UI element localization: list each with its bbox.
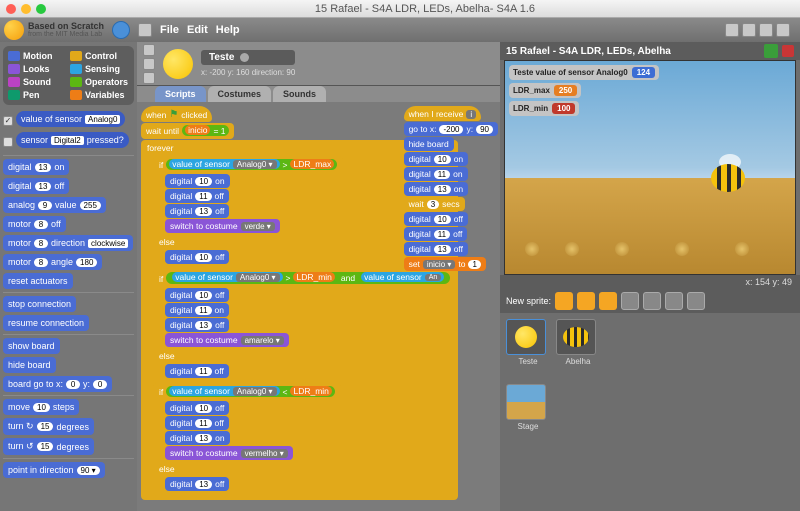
new-sprite-label: New sprite: (506, 296, 551, 306)
stage-mouse-coords: x: 154 y: 49 (500, 275, 800, 289)
stage-header: 15 Rafael - S4A LDR, LEDs, Abelha (500, 42, 800, 60)
category-control[interactable]: Control (70, 51, 129, 61)
window-titlebar: 15 Rafael - S4A LDR, LEDs, Abelha- S4A 1… (0, 0, 800, 18)
rotation-lr-icon[interactable] (143, 58, 155, 70)
block-sensor-pressed[interactable]: sensorDigital2pressed? (16, 132, 129, 148)
project-title: 15 Rafael - S4A LDR, LEDs, Abelha (506, 46, 671, 57)
reporter-checkbox-2[interactable] (3, 137, 13, 147)
delete-tool-icon[interactable] (742, 23, 756, 37)
sprite-list: Teste Abelha Stage (500, 313, 800, 511)
rotation-none-icon[interactable] (143, 72, 155, 84)
category-variables[interactable]: Variables (70, 90, 129, 100)
block-resume-connection[interactable]: resume connection (3, 315, 89, 331)
view-medium-icon[interactable] (643, 292, 661, 310)
close-window-button[interactable] (6, 4, 16, 14)
stage-thumb[interactable]: Stage (506, 384, 550, 431)
shrink-tool-icon[interactable] (776, 23, 790, 37)
block-stop-connection[interactable]: stop connection (3, 296, 76, 312)
toolbar-tools (725, 23, 790, 37)
block-digital-off[interactable]: digital13off (3, 178, 69, 194)
lock-icon[interactable] (240, 53, 249, 62)
sprite-thumb-teste[interactable]: Teste (506, 319, 550, 366)
view-large-icon[interactable] (665, 292, 683, 310)
tab-scripts[interactable]: Scripts (155, 86, 206, 102)
block-motor-angle[interactable]: motor8angle180 (3, 254, 102, 270)
block-hide-board[interactable]: hide board (3, 357, 56, 373)
green-flag-button[interactable] (764, 44, 778, 58)
file-menu[interactable]: File (160, 24, 179, 36)
stage-canvas[interactable]: Teste value of sensor Analog0124 LDR_max… (504, 60, 796, 275)
current-sprite-icon (163, 49, 193, 79)
minimize-window-button[interactable] (21, 4, 31, 14)
help-menu[interactable]: Help (216, 24, 240, 36)
block-digital-on[interactable]: digital13on (3, 159, 69, 175)
category-sound[interactable]: Sound (8, 77, 67, 87)
menubar: Based on Scratch from the MIT Media Lab … (0, 18, 800, 42)
save-icon[interactable] (138, 23, 152, 37)
block-turn-right[interactable]: turn ↻15degrees (3, 418, 94, 435)
surprise-sprite-icon[interactable] (599, 292, 617, 310)
block-analog-value[interactable]: analog9value255 (3, 197, 106, 213)
edit-menu[interactable]: Edit (187, 24, 208, 36)
brand-line2: from the MIT Media Lab (28, 31, 104, 38)
traffic-lights (6, 4, 46, 14)
reporter-checkbox[interactable]: ✓ (3, 116, 13, 126)
monitor-analog0[interactable]: Teste value of sensor Analog0124 (509, 65, 659, 80)
view-small-icon[interactable] (621, 292, 639, 310)
paint-sprite-icon[interactable] (555, 292, 573, 310)
category-selector: Motion Control Looks Sensing Sound Opera… (3, 46, 134, 105)
palette-block-list: ✓ value of sensorAnalog0 sensorDigital2p… (3, 111, 134, 507)
category-sensing[interactable]: Sensing (70, 64, 129, 74)
stop-button[interactable] (782, 45, 794, 57)
block-turn-left[interactable]: turn ↺15degrees (3, 438, 94, 455)
script-tabs: Scripts Costumes Sounds (137, 86, 500, 102)
block-move-steps[interactable]: move10steps (3, 399, 79, 415)
presentation-icon[interactable] (687, 292, 705, 310)
zoom-window-button[interactable] (36, 4, 46, 14)
category-motion[interactable]: Motion (8, 51, 67, 61)
monitor-ldr-min[interactable]: LDR_min100 (509, 101, 579, 116)
brand: Based on Scratch from the MIT Media Lab (4, 20, 104, 40)
block-reset-actuators[interactable]: reset actuators (3, 273, 73, 289)
category-looks[interactable]: Looks (8, 64, 67, 74)
script-area[interactable]: when⚑clicked wait untilinicio= 1 forever… (137, 102, 500, 511)
grow-tool-icon[interactable] (759, 23, 773, 37)
monitor-ldr-max[interactable]: LDR_max250 (509, 83, 581, 98)
block-palette: Motion Control Looks Sensing Sound Opera… (0, 42, 137, 511)
duplicate-tool-icon[interactable] (725, 23, 739, 37)
app-logo-icon (4, 20, 24, 40)
block-motor-off[interactable]: motor8off (3, 216, 66, 232)
sprite-abelha[interactable] (705, 156, 755, 194)
block-show-board[interactable]: show board (3, 338, 60, 354)
language-icon[interactable] (112, 21, 130, 39)
window-title: 15 Rafael - S4A LDR, LEDs, Abelha- S4A 1… (56, 3, 794, 15)
brand-line1: Based on Scratch (28, 22, 104, 31)
right-pane: 15 Rafael - S4A LDR, LEDs, Abelha Teste … (500, 42, 800, 511)
import-sprite-icon[interactable] (577, 292, 595, 310)
sprite-header: Teste x: -200 y: 160 direction: 90 (137, 42, 500, 86)
center-pane: Teste x: -200 y: 160 direction: 90 Scrip… (137, 42, 500, 511)
script-stack-init[interactable]: when I receivei go to x:-200y:90 hide bo… (404, 106, 498, 272)
category-pen[interactable]: Pen (8, 90, 67, 100)
green-flag-icon: ⚑ (169, 109, 178, 120)
current-sprite-pos: x: -200 y: 160 direction: 90 (201, 68, 295, 77)
new-sprite-toolbar: New sprite: (500, 289, 800, 313)
block-board-goto[interactable]: board go to x:0y:0 (3, 376, 112, 392)
block-value-of-sensor[interactable]: value of sensorAnalog0 (16, 111, 125, 127)
block-point-direction[interactable]: point in direction90 ▾ (3, 462, 105, 478)
sprite-thumb-abelha[interactable]: Abelha (556, 319, 600, 366)
tab-costumes[interactable]: Costumes (208, 86, 272, 102)
rotation-full-icon[interactable] (143, 44, 155, 56)
block-motor-direction[interactable]: motor8directionclockwise (3, 235, 133, 251)
current-sprite-name[interactable]: Teste (209, 52, 234, 63)
tab-sounds[interactable]: Sounds (273, 86, 326, 102)
category-operators[interactable]: Operators (70, 77, 129, 87)
